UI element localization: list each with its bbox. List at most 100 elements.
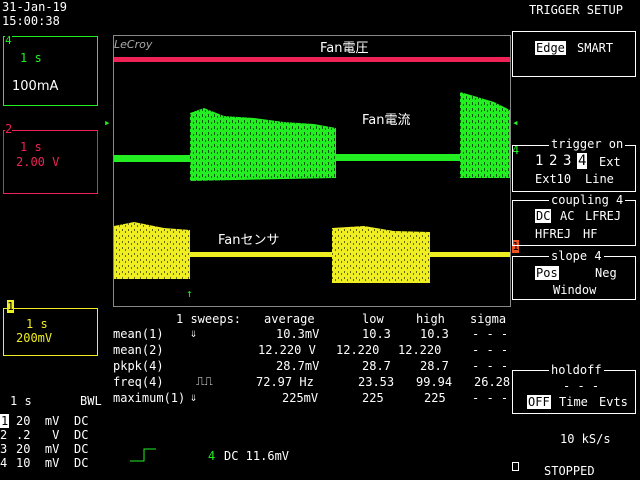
source-3[interactable]: 3 [563, 153, 571, 169]
coupling-ac[interactable]: AC [560, 209, 574, 223]
source-ext[interactable]: Ext [599, 155, 621, 169]
meas-label: pkpk(4) [113, 359, 164, 373]
channel-summary-row: 1 20 mV DC [0, 414, 110, 428]
meas-arrow: ⇓ [190, 390, 198, 404]
ch2-timebase: 1 s [20, 140, 42, 154]
label-fan-current: Fan電流 [362, 113, 411, 128]
meas-low: 12.220 [336, 343, 380, 357]
date-readout: 31-Jan-19 [2, 0, 68, 14]
bottom-timebase: 1 s [10, 394, 32, 408]
meas-high: 12.220 [398, 343, 442, 357]
slope-box[interactable]: slope 4 Pos Neg Window [512, 249, 636, 300]
ch-id: 4 [0, 456, 8, 470]
meas-average: 12.220 V [258, 343, 316, 357]
meas-sigma: - - - [472, 391, 509, 405]
slope-title: slope 4 [549, 249, 604, 263]
trigger-position-marker[interactable]: ↑ [186, 287, 193, 300]
coupling-title: coupling 4 [549, 193, 626, 207]
meas-sigma: 26.28 [474, 375, 511, 389]
ch4-level-marker-left: ▸ [104, 116, 111, 129]
ch4-trace [114, 92, 510, 181]
holdoff-evts[interactable]: Evts [599, 395, 628, 409]
holdoff-title: holdoff [549, 363, 604, 377]
ch2-trace [114, 57, 510, 62]
source-4[interactable]: 4 [577, 153, 588, 169]
holdoff-off[interactable]: OFF [527, 395, 551, 409]
meas-label: freq(4) [113, 375, 164, 389]
ch-coupling: DC [74, 456, 89, 470]
source-2[interactable]: 2 [549, 153, 557, 169]
coupling-dc[interactable]: DC [535, 209, 552, 223]
coupling-lfrej[interactable]: LFREJ [585, 209, 621, 223]
ch4-tag: 4 [5, 34, 12, 47]
acquisition-status: STOPPED [544, 464, 595, 478]
channel-summary-row: 2 .2 V DC [0, 428, 110, 442]
trigger-type-box[interactable]: Edge SMART [512, 31, 636, 77]
header-low: low [362, 312, 384, 326]
ch4-timebase: 1 s [20, 51, 42, 65]
trigger-edge-icon [130, 448, 156, 462]
meas-low: 10.3 [362, 327, 391, 341]
meas-low: 28.7 [362, 359, 391, 373]
meas-low: 23.53 [358, 375, 395, 389]
slope-neg[interactable]: Neg [595, 266, 617, 280]
sweeps-count: 1 sweeps: [176, 312, 242, 326]
slope-pos[interactable]: Pos [535, 266, 559, 280]
bwl-label: BWL [80, 394, 102, 408]
ch4-scale: 100mA [12, 79, 59, 94]
label-fan-sensor: Fanセンサ [218, 233, 280, 248]
meas-sigma: - - - [472, 327, 509, 341]
ch-id: 2 [0, 428, 8, 442]
meas-arrow: ⎍⎍ [196, 374, 213, 388]
source-1[interactable]: 1 [535, 153, 543, 169]
sample-rate: 10 kS/s [560, 432, 611, 446]
holdoff-box[interactable]: holdoff - - - OFF Time Evts [512, 363, 636, 414]
time-readout: 15:00:38 [2, 14, 60, 28]
ch-value: 20 mV [16, 442, 60, 456]
trigger-type-edge[interactable]: Edge [535, 41, 566, 55]
meas-high: 28.7 [420, 359, 449, 373]
meas-label: mean(2) [113, 343, 164, 357]
ch2-info-box[interactable]: 1 s 2.00 V [3, 130, 98, 194]
ch4-info-box[interactable]: 1 s 100mA [3, 36, 98, 106]
ch1-timebase: 1 s [26, 317, 48, 331]
meas-sigma: - - - [472, 359, 509, 373]
waveform-display[interactable]: LeCroy Fan電圧 Fan電流 Fanセンサ [113, 35, 511, 307]
meas-high: 10.3 [420, 327, 449, 341]
menu-title: TRIGGER SETUP [529, 3, 623, 17]
meas-average: 28.7mV [276, 359, 320, 373]
slope-window[interactable]: Window [553, 283, 596, 297]
channel-summary-row: 3 20 mV DC [0, 442, 110, 456]
ch1-trace [114, 222, 510, 283]
header-high: high [416, 312, 445, 326]
trigger-readout-channel: 4 [208, 449, 216, 463]
meas-label: mean(1) [113, 327, 164, 341]
meas-high: 225 [424, 391, 446, 405]
trigger-readout: DC 11.6mV [224, 449, 290, 463]
meas-arrow: ⇓ [190, 326, 198, 340]
holdoff-dashes: - - - [563, 379, 600, 393]
label-fan-voltage: Fan電圧 [320, 41, 369, 56]
coupling-hf[interactable]: HF [583, 227, 597, 241]
ch-value: 10 mV [16, 456, 60, 470]
header-average: average [264, 312, 315, 326]
ch1-tag: 1 [7, 300, 14, 313]
source-line[interactable]: Line [585, 172, 614, 186]
trigger-on-box[interactable]: trigger on 1 2 3 4 Ext Ext10 Line [512, 137, 636, 192]
ch-value: .2 V [16, 428, 60, 442]
trigger-type-smart[interactable]: SMART [577, 41, 613, 55]
header-sigma: sigma [470, 312, 507, 326]
ch-coupling: DC [74, 442, 89, 456]
ch2-tag: 2 [5, 122, 13, 136]
ch-coupling: DC [74, 428, 89, 442]
meas-average: 72.97 Hz [256, 375, 314, 389]
coupling-box[interactable]: coupling 4 DC AC LFREJ HFREJ HF [512, 193, 636, 246]
channel-summary-row: 4 10 mV DC [0, 456, 110, 470]
meas-high: 99.94 [416, 375, 453, 389]
source-ext10[interactable]: Ext10 [535, 172, 571, 186]
holdoff-time[interactable]: Time [559, 395, 588, 409]
ch1-info-box[interactable]: 1 s 200mV [3, 308, 98, 356]
trigger-on-title: trigger on [549, 137, 626, 151]
ch-value: 20 mV [16, 414, 60, 428]
coupling-hfrej[interactable]: HFREJ [535, 227, 571, 241]
